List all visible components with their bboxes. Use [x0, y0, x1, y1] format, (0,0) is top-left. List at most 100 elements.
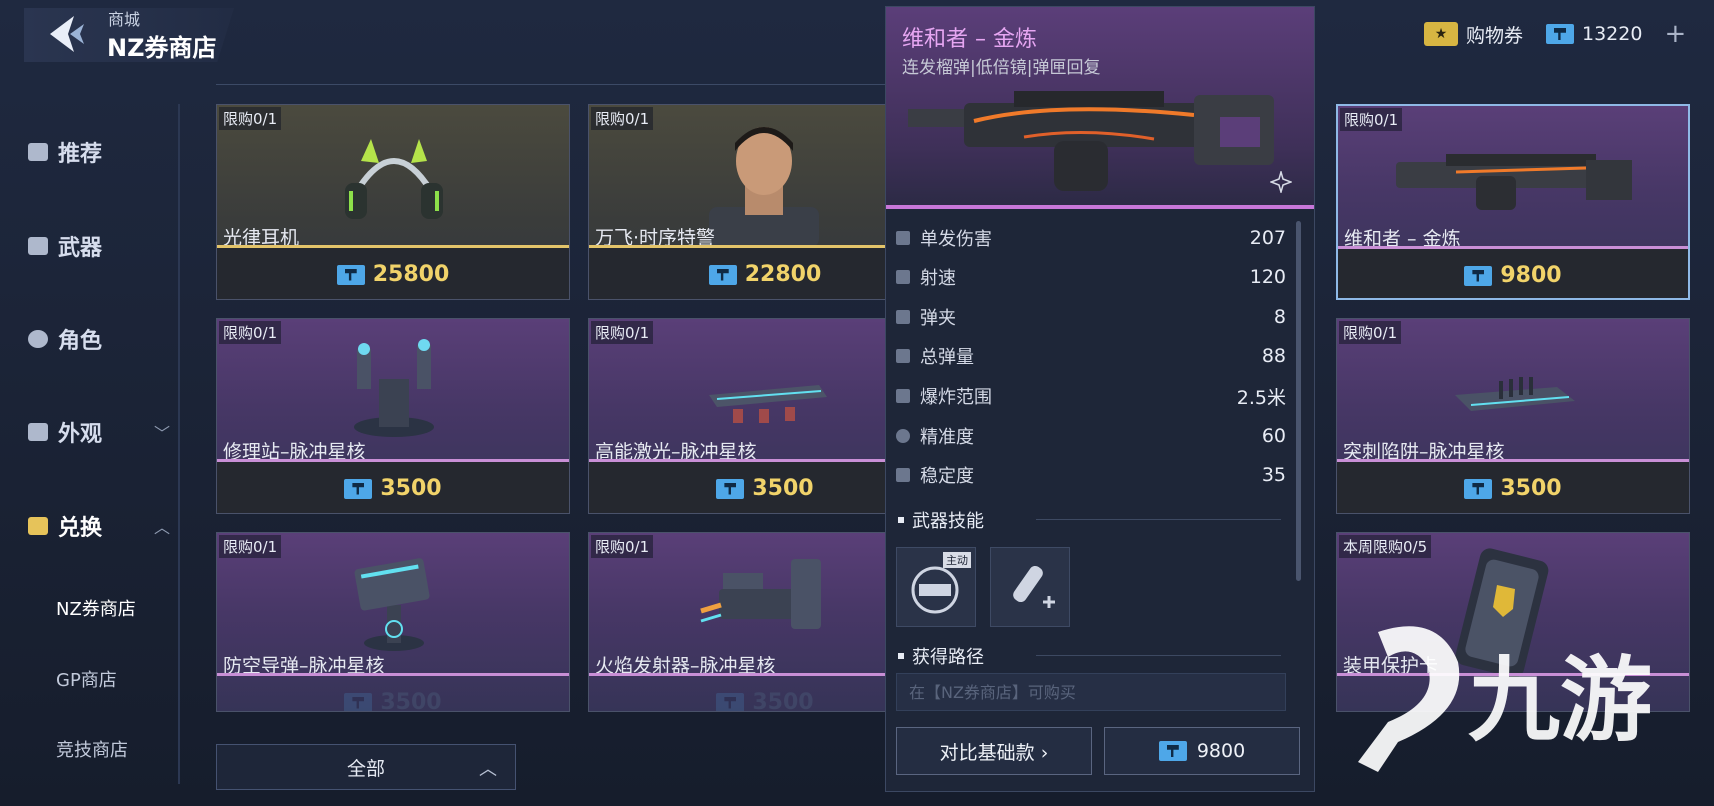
- stat-row-damage: 单发伤害 207: [896, 219, 1286, 257]
- sidebar-item-characters[interactable]: 角色: [28, 323, 102, 355]
- add-currency-button[interactable]: +: [1664, 19, 1686, 49]
- rarity-bar: [886, 205, 1314, 209]
- purchase-limit: 限购0/1: [591, 321, 654, 344]
- price-button[interactable]: 3500: [217, 462, 569, 513]
- purchase-limit: 限购0/1: [1339, 321, 1402, 344]
- sidebar-sub-nz-shop[interactable]: NZ券商店: [56, 595, 136, 621]
- ammo-refill-skill-icon: [1013, 565, 1055, 608]
- back-arrow-icon[interactable]: [44, 14, 88, 54]
- skill-slot-1[interactable]: 主动: [896, 547, 976, 627]
- price-button[interactable]: 9800: [1338, 249, 1688, 298]
- shop-item-card-selected[interactable]: 限购0/1 维和者 – 金炼 9800: [1336, 104, 1690, 300]
- sidebar-sub-arena-shop[interactable]: 竞技商店: [56, 736, 128, 762]
- stat-value: 2.5米: [1236, 386, 1286, 409]
- bullet-icon: [898, 653, 904, 659]
- jiuyou-logo-watermark: 九游: [1358, 626, 1652, 772]
- price-button[interactable]: 25800: [217, 248, 569, 299]
- price-button[interactable]: 3500: [1337, 462, 1689, 513]
- bullet-icon: [898, 517, 904, 523]
- stat-row-total-ammo: 总弹量 88: [896, 337, 1286, 375]
- spray-icon: [28, 423, 48, 441]
- stat-label: 精准度: [920, 427, 974, 448]
- nz-coupon-icon: [336, 264, 365, 285]
- purchase-limit: 限购0/1: [591, 535, 654, 558]
- sidebar-item-appearance[interactable]: 外观: [28, 416, 102, 448]
- section-title: 获得路径: [912, 647, 984, 668]
- voucher-icon: ★: [1424, 22, 1458, 46]
- nz-coupon-icon: [1158, 741, 1187, 761]
- grenade-launcher-image: [908, 91, 1274, 191]
- sidebar-item-label: 兑换: [58, 516, 103, 541]
- person-icon: [28, 330, 48, 348]
- shop-item-card[interactable]: 限购0/1 光律耳机 25800: [216, 104, 570, 300]
- sidebar-item-label: 外观: [58, 422, 103, 447]
- stability-icon: [896, 468, 910, 482]
- nz-balance[interactable]: 13220 +: [1546, 16, 1686, 52]
- stat-label: 单发伤害: [920, 229, 992, 250]
- price-value: 3500: [1500, 476, 1562, 501]
- purchase-limit: 限购0/1: [219, 107, 282, 130]
- category-filter-dropdown[interactable]: 全部 ︿: [216, 744, 516, 790]
- sidebar-item-exchange[interactable]: 兑换: [28, 510, 102, 542]
- section-divider: [1036, 655, 1281, 656]
- headphones-image: [345, 139, 443, 219]
- nz-coupon-icon: [1546, 24, 1574, 44]
- stat-value: 60: [1261, 425, 1286, 447]
- price-button[interactable]: 3500: [217, 676, 569, 712]
- shopping-voucher[interactable]: ★ 购物券: [1424, 16, 1523, 52]
- item-detail-panel: 维和者 – 金炼 连发榴弹|低倍镜|弹匣回复 单发伤害 207 射速 120 弹夹 8…: [885, 6, 1315, 792]
- purchase-limit: 限购0/1: [219, 535, 282, 558]
- price-value: 9800: [1500, 263, 1562, 288]
- filter-label: 全部: [346, 757, 385, 780]
- nz-coupon-icon: [1464, 478, 1493, 499]
- sidebar-sub-gp-shop[interactable]: GP商店: [56, 666, 117, 692]
- nz-coupon-icon: [344, 692, 373, 711]
- stat-label: 弹夹: [920, 308, 956, 329]
- buy-button[interactable]: 9800: [1104, 727, 1300, 775]
- stat-value: 8: [1273, 306, 1286, 328]
- purchase-limit: 限购0/1: [1340, 108, 1403, 131]
- explosion-icon: [896, 389, 910, 403]
- page-title: NZ券商店: [107, 34, 217, 62]
- nz-coupon-icon: [1464, 265, 1493, 286]
- acquire-route-item[interactable]: 在【NZ券商店】可购买: [896, 673, 1286, 711]
- magazine-icon: [896, 310, 910, 324]
- purchase-limit: 本周限购0/5: [1339, 535, 1432, 558]
- price-value: 3500: [380, 690, 442, 712]
- skill-slot-2[interactable]: [990, 547, 1070, 627]
- repair-station-image: [354, 339, 434, 437]
- fire-rate-icon: [896, 270, 910, 284]
- price-value: 25800: [372, 262, 450, 287]
- purchase-limit: 限购0/1: [591, 107, 654, 130]
- flamethrower-image: [700, 559, 821, 629]
- stat-label: 总弹量: [920, 347, 974, 368]
- arrow-right-icon: [896, 231, 910, 245]
- nz-amount: 13220: [1582, 23, 1643, 45]
- shop-item-card[interactable]: 限购0/1 突刺陷阱–脉冲星核 3500: [1336, 318, 1690, 514]
- nz-coupon-icon: [344, 478, 373, 499]
- stat-row-magazine: 弹夹 8: [896, 298, 1286, 336]
- stat-row-fire-rate: 射速 120: [896, 258, 1286, 296]
- compare-base-button[interactable]: 对比基础款 ›: [896, 727, 1092, 775]
- sidebar-item-recommend[interactable]: 推荐: [28, 136, 102, 168]
- chevron-up-icon: ︿: [479, 759, 497, 780]
- stat-row-blast-radius: 爆炸范围 2.5米: [896, 377, 1286, 415]
- price-value: 3500: [752, 476, 814, 501]
- acquire-route-header: 获得路径: [898, 643, 984, 669]
- scrollbar[interactable]: [1296, 221, 1301, 581]
- price-value: 3500: [752, 690, 814, 712]
- price-value: 22800: [744, 262, 822, 287]
- grenade-launcher-image: [1396, 154, 1632, 210]
- shop-item-card[interactable]: 限购0/1 防空导弹–脉冲星核 3500: [216, 532, 570, 712]
- nz-coupon-icon: [708, 264, 737, 285]
- sidebar-item-weapons[interactable]: 武器: [28, 230, 102, 262]
- section-divider: [1036, 519, 1281, 520]
- chevron-down-icon[interactable]: ﹀: [154, 420, 170, 444]
- shop-item-card[interactable]: 限购0/1 修理站–脉冲星核 3500: [216, 318, 570, 514]
- stat-value: 88: [1261, 345, 1286, 367]
- buy-price: 9800: [1196, 740, 1246, 762]
- active-skill-tag: 主动: [943, 552, 971, 568]
- chevron-up-icon[interactable]: ︿: [154, 514, 170, 538]
- price-value: 3500: [380, 476, 442, 501]
- sidebar-item-label: 角色: [58, 329, 103, 354]
